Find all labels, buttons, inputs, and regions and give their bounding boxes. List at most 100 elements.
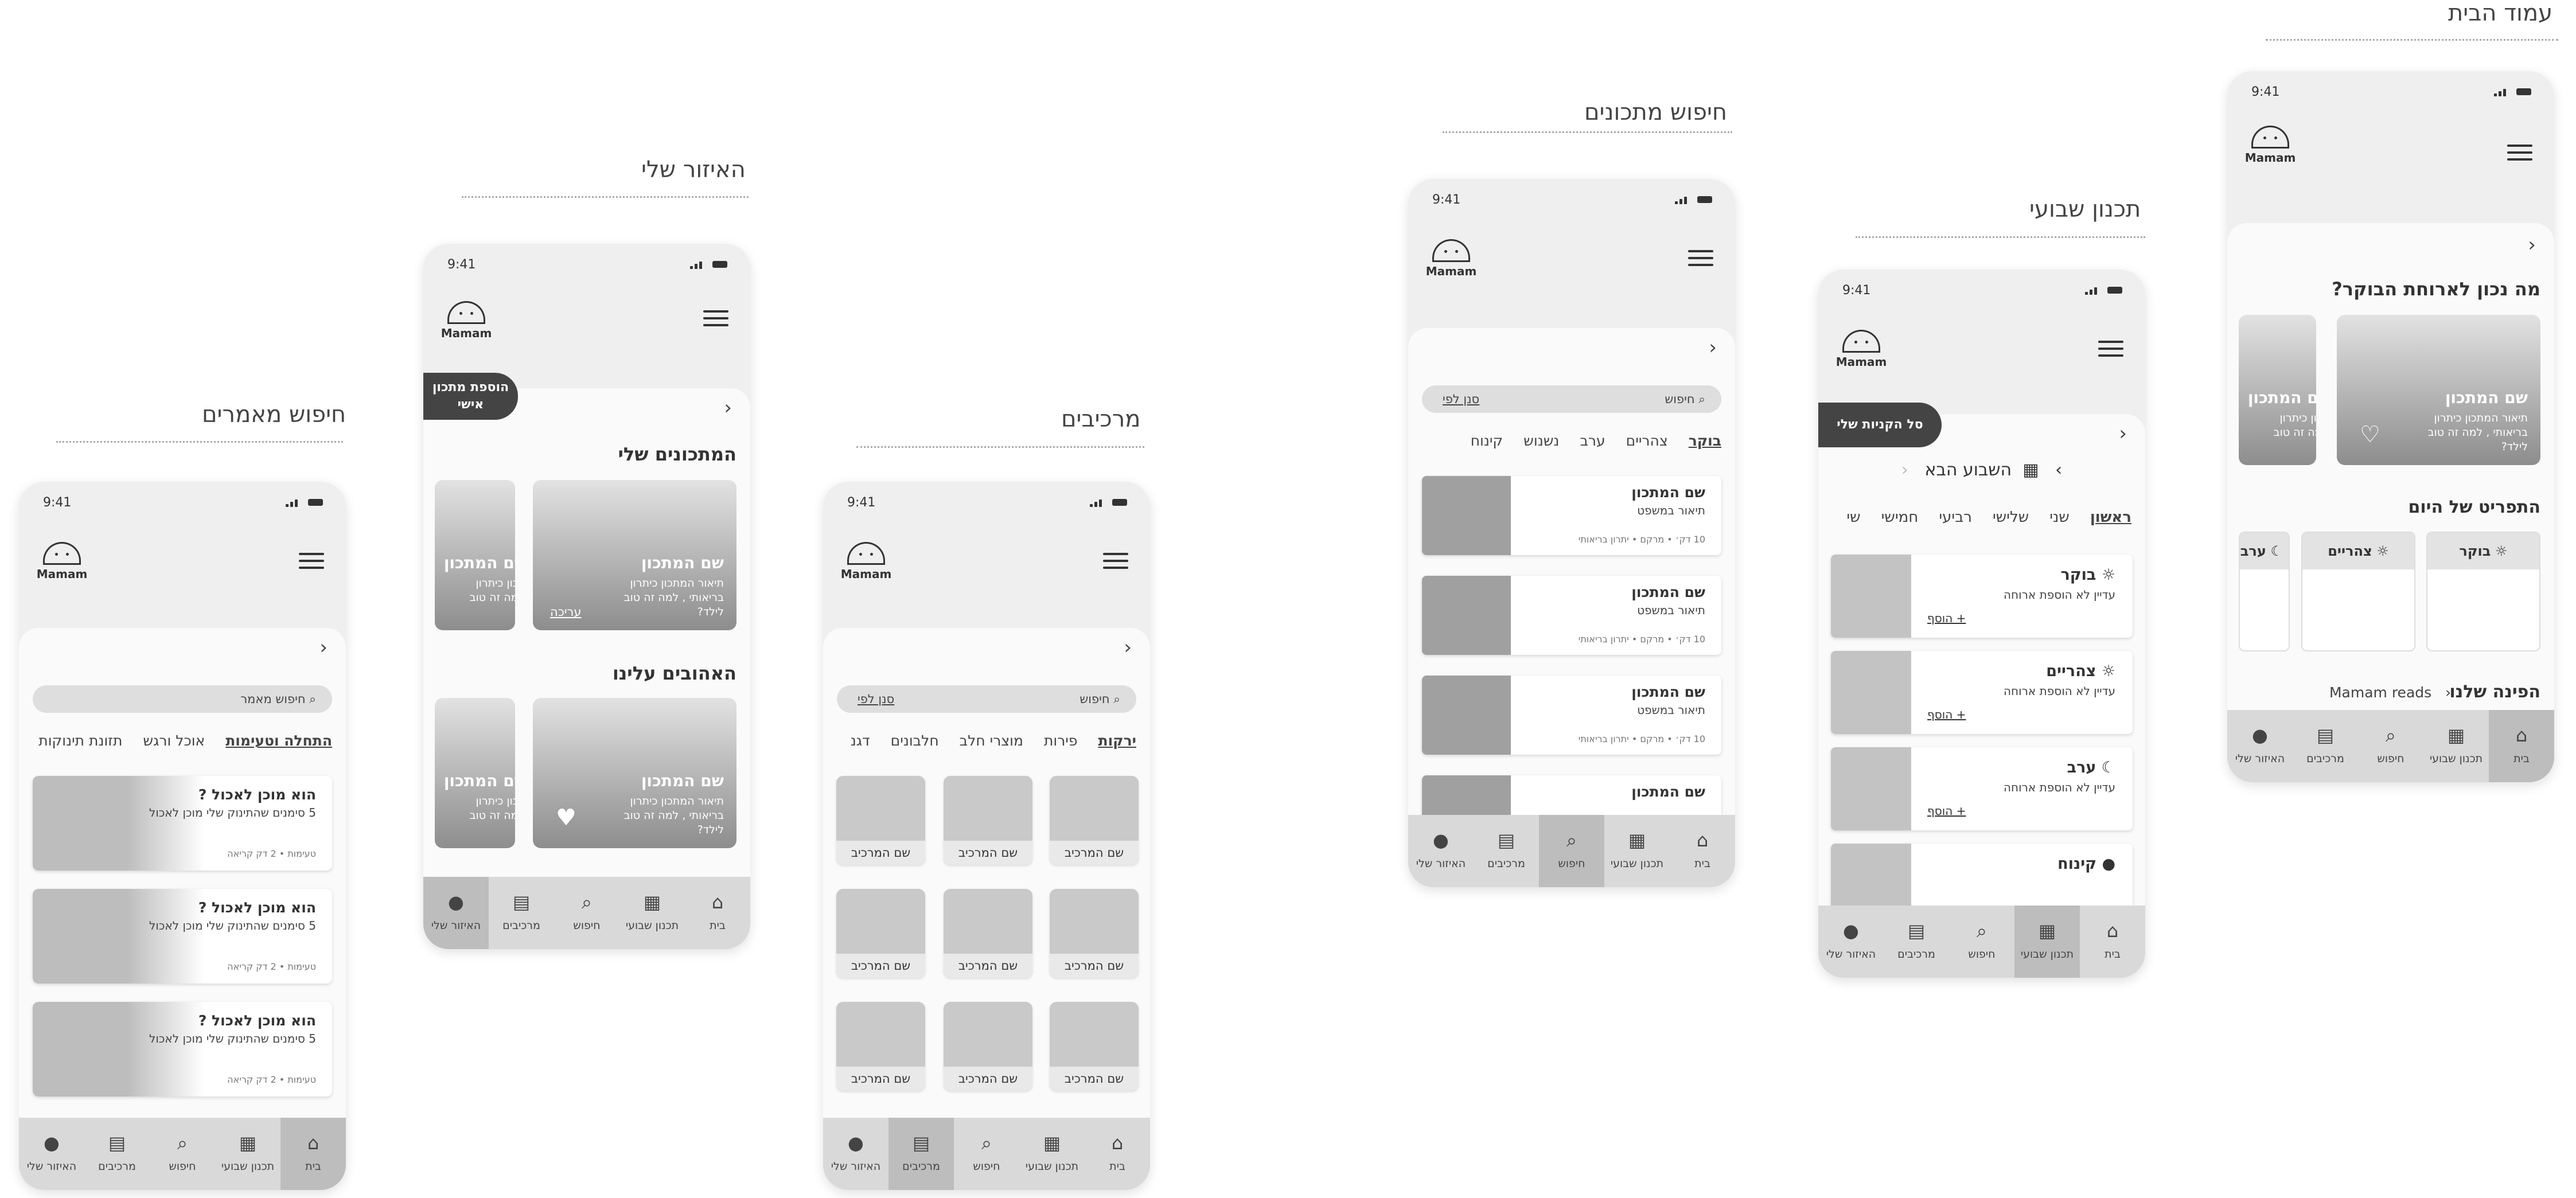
heart-icon[interactable]: ♡ [2360, 422, 2380, 448]
nav-weekly[interactable]: ▦ תכנון שבועי [1604, 815, 1670, 887]
edit-link[interactable]: עריכה [550, 605, 582, 619]
nav-my-area[interactable]: ● האיזור שלי [19, 1118, 84, 1190]
chevron-right-icon[interactable]: › [1709, 336, 1717, 359]
shopping-basket-button[interactable]: סל הקניות שלי [1818, 403, 1942, 447]
hamburger-menu-icon[interactable] [299, 553, 324, 570]
logo[interactable]: Mamam [840, 542, 892, 594]
ingredient-card[interactable]: שם המרכיב [944, 1002, 1032, 1091]
filter-link[interactable]: סנן לפי [1443, 392, 1479, 406]
recipe-card[interactable]: שם המתכון תיאור המתכון כיתרון בריאותי , … [2337, 315, 2540, 465]
ingredient-card[interactable]: שם המרכיב [836, 889, 925, 978]
tab-category[interactable]: ירקות [1098, 732, 1136, 749]
recipe-card[interactable]: שם המתכון תיאור המתכון כיתרון בריאותי , … [2239, 315, 2316, 465]
nav-search[interactable]: ⌕ חיפוש [554, 877, 619, 949]
tab-day[interactable]: ראשון [2090, 509, 2131, 526]
article-card[interactable]: הוא מוכן לאכול ? 5 סימנים שהתינוק שלי מוכ… [33, 776, 332, 871]
search-input[interactable]: ⌕ חיפוש סנן לפי [837, 685, 1136, 713]
tab-topic[interactable]: התחלה וטעימות [225, 732, 332, 749]
tab-meal[interactable]: נשנוש [1523, 432, 1559, 449]
logo[interactable]: Mamam [441, 301, 492, 353]
nav-my-area[interactable]: ● האיזור שלי [823, 1118, 888, 1190]
add-personal-recipe-button[interactable]: הוספת מתכון אישי [423, 373, 518, 420]
nav-ingredients[interactable]: ▤ מרכיבים [489, 877, 554, 949]
article-card[interactable]: הוא מוכן לאכול ? 5 סימנים שהתינוק שלי מוכ… [33, 1002, 332, 1096]
nav-home[interactable]: ⌂ בית [685, 877, 750, 949]
ingredient-card[interactable]: שם המרכיב [1050, 776, 1139, 865]
tab-day[interactable]: שני [2049, 509, 2070, 526]
hamburger-menu-icon[interactable] [1688, 250, 1713, 267]
nav-home[interactable]: ⌂ בית [1085, 1118, 1150, 1190]
search-input[interactable]: ⌕ חיפוש מאמר [33, 685, 332, 713]
nav-search[interactable]: ⌕ חיפוש [1539, 815, 1604, 887]
hamburger-menu-icon[interactable] [1103, 553, 1128, 570]
nav-my-area[interactable]: ● האיזור שלי [1408, 815, 1474, 887]
meal-slot-morning[interactable]: ☼ בוקר [2426, 532, 2540, 651]
article-card[interactable]: הוא מוכן לאכול ? 5 סימנים שהתינוק שלי מוכ… [33, 889, 332, 984]
recipe-card[interactable]: שם המתכון תיאור המתכון כיתרון בריאותי , … [435, 480, 515, 630]
heart-filled-icon[interactable]: ♥ [556, 805, 576, 831]
logo[interactable]: Mamam [1425, 239, 1477, 291]
nav-weekly[interactable]: ▦ תכנון שבועי [2423, 710, 2489, 782]
hamburger-menu-icon[interactable] [703, 310, 728, 327]
tab-topic[interactable]: אוכל ורגש [143, 732, 205, 749]
tab-meal[interactable]: קינוח [1471, 432, 1503, 449]
nav-ingredients[interactable]: ▤ מרכיבים [888, 1118, 954, 1190]
nav-weekly[interactable]: ▦ תכנון שבועי [2014, 906, 2080, 978]
search-input[interactable]: ⌕ חיפוש סנן לפי [1422, 385, 1721, 413]
nav-ingredients[interactable]: ▤ מרכיבים [1884, 906, 1949, 978]
tab-day[interactable]: רביעי [1939, 509, 1972, 526]
chevron-next-icon[interactable]: ‹ [1901, 460, 1908, 480]
meal-card[interactable]: ☾ ערב עדיין לא הוספת ארוחה + הוסף [1831, 747, 2133, 830]
tab-day[interactable]: שי [1846, 509, 1860, 526]
tab-category[interactable]: פירות [1044, 732, 1078, 749]
tab-day[interactable]: חמישי [1881, 509, 1919, 526]
meal-card[interactable]: ☼ צהריים עדיין לא הוספת ארוחה + הוסף [1831, 651, 2133, 734]
nav-weekly[interactable]: ▦ תכנון שבועי [1019, 1118, 1085, 1190]
nav-my-area[interactable]: ● האיזור שלי [2227, 710, 2293, 782]
add-meal-link[interactable]: + הוסף [1927, 804, 1966, 818]
recipe-card[interactable]: שם המתכון תיאור במשפט 10 דק׳ • מרקם • יתרו… [1422, 676, 1721, 755]
nav-home[interactable]: ⌂ בית [2489, 710, 2554, 782]
nav-search[interactable]: ⌕ חיפוש [2358, 710, 2423, 782]
tab-meal[interactable]: צהריים [1626, 432, 1668, 449]
tab-category[interactable]: דגנ [851, 732, 870, 749]
tab-category[interactable]: חלבונים [891, 732, 939, 749]
recipe-card[interactable]: שם המתכון תיאור המתכון כיתרון בריאותי , … [533, 480, 736, 630]
recipe-card[interactable]: שם המתכון תיאור המתכון כיתרון בריאותי , … [435, 698, 515, 848]
filter-link[interactable]: סנן לפי [858, 692, 894, 706]
mamam-reads-link[interactable]: Mamam reads › [2329, 684, 2451, 701]
nav-ingredients[interactable]: ▤ מרכיבים [2293, 710, 2358, 782]
tab-day[interactable]: שלישי [1993, 509, 2029, 526]
logo[interactable]: Mamam [36, 542, 88, 594]
recipe-card[interactable]: שם המתכון תיאור במשפט 10 דק׳ • מרקם • יתרו… [1422, 476, 1721, 555]
tab-category[interactable]: מוצרי חלב [960, 732, 1023, 749]
ingredient-card[interactable]: שם המרכיב [836, 776, 925, 865]
nav-search[interactable]: ⌕ חיפוש [150, 1118, 215, 1190]
week-selector[interactable]: › ▦ השבוע הבא ‹ [1893, 460, 2071, 480]
hamburger-menu-icon[interactable] [2507, 145, 2532, 162]
tab-topic[interactable]: תזונת תינוקות [38, 732, 122, 749]
meal-slot-noon[interactable]: ☼ צהריים [2301, 532, 2415, 651]
nav-home[interactable]: ⌂ בית [2080, 906, 2145, 978]
add-meal-link[interactable]: + הוסף [1927, 708, 1966, 721]
tab-meal[interactable]: בוקר [1689, 432, 1721, 449]
chevron-prev-icon[interactable]: › [2055, 460, 2062, 480]
logo[interactable]: Mamam [1835, 330, 1887, 381]
nav-home[interactable]: ⌂ בית [1670, 815, 1735, 887]
ingredient-card[interactable]: שם המרכיב [836, 1002, 925, 1091]
chevron-right-icon[interactable]: › [2119, 422, 2127, 445]
meal-card[interactable]: ☼ בוקר עדיין לא הוספת ארוחה + הוסף [1831, 555, 2133, 638]
nav-home[interactable]: ⌂ בית [280, 1118, 346, 1190]
add-meal-link[interactable]: + הוסף [1927, 611, 1966, 625]
nav-my-area[interactable]: ● האיזור שלי [1818, 906, 1884, 978]
chevron-right-icon[interactable]: › [724, 396, 732, 419]
chevron-right-icon[interactable]: › [319, 636, 328, 659]
nav-search[interactable]: ⌕ חיפוש [1949, 906, 2014, 978]
recipe-card[interactable]: שם המתכון תיאור המתכון כיתרון בריאותי , … [533, 698, 736, 848]
nav-my-area[interactable]: ● האיזור שלי [423, 877, 489, 949]
logo[interactable]: Mamam [2244, 126, 2296, 177]
recipe-card[interactable]: שם המתכון תיאור במשפט 10 דק׳ • מרקם • יתרו… [1422, 576, 1721, 655]
hamburger-menu-icon[interactable] [2098, 341, 2123, 358]
nav-search[interactable]: ⌕ חיפוש [954, 1118, 1019, 1190]
meal-slot-evening[interactable]: ☾ ערב [2239, 532, 2290, 651]
